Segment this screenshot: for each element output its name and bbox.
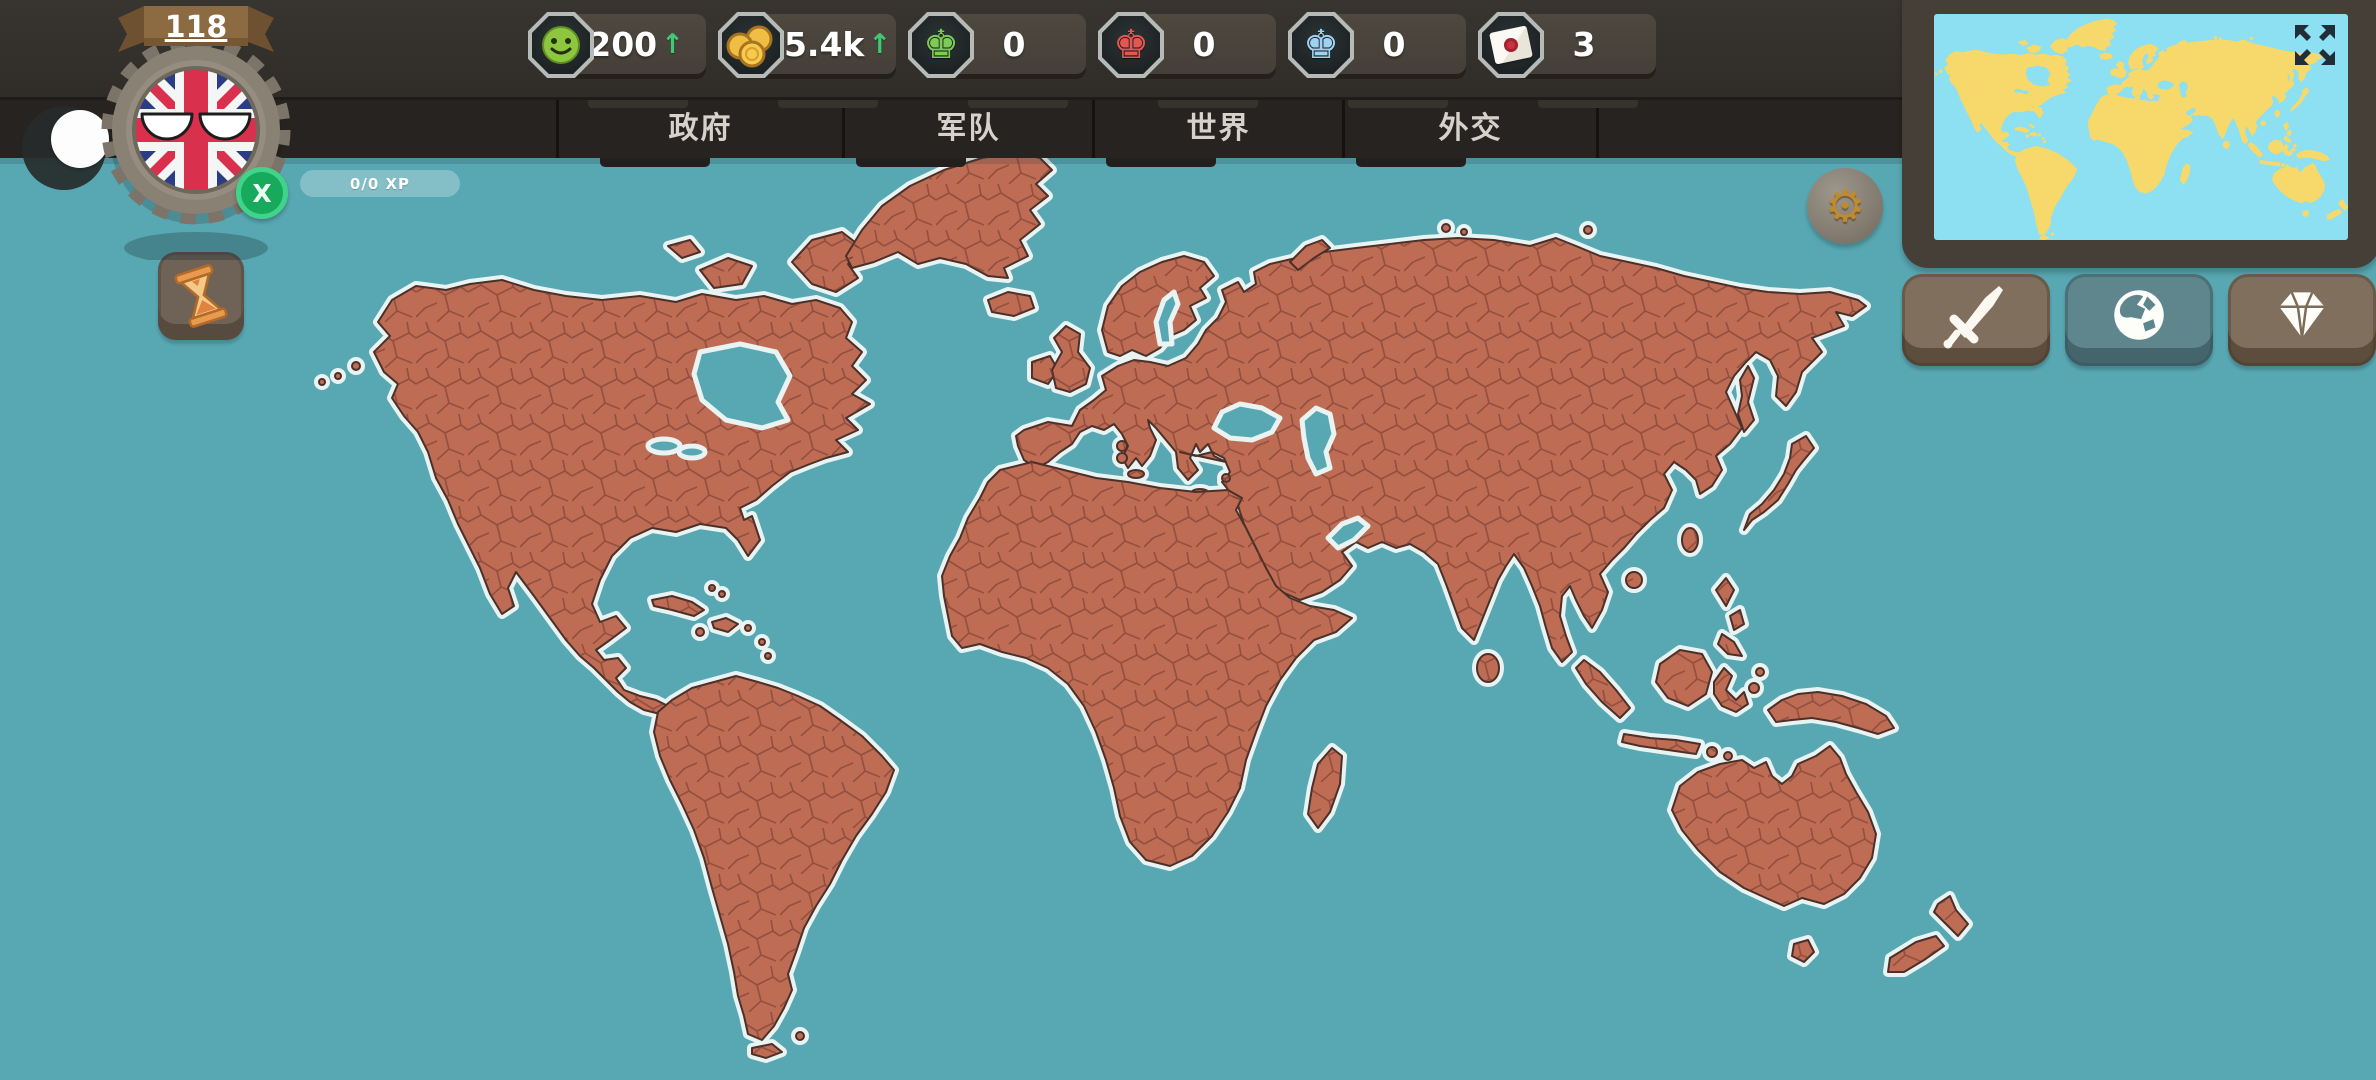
resource-bar: 200 ↑ 75.4k ↑ 0 ♚ 0 ♚ 0 ♚ 3 [528, 12, 1668, 78]
bar-notch [588, 100, 688, 108]
tab-divider [1596, 100, 1599, 158]
trend-up-icon: ↑ [868, 28, 891, 60]
units-red-value: 0 [1192, 24, 1216, 64]
coins-icon [726, 25, 773, 68]
premium-button[interactable] [2228, 274, 2376, 366]
units-red-medallion: ♚ [1098, 12, 1164, 78]
avatar-ground-shadow [124, 232, 268, 260]
resource-units-blue[interactable]: 0 ♚ [1288, 12, 1466, 78]
strip-notch [600, 158, 710, 167]
expand-icon[interactable] [2292, 22, 2338, 68]
war-button[interactable] [1902, 274, 2050, 366]
gold-medallion [718, 12, 784, 78]
bar-notch [968, 100, 1068, 108]
resource-events[interactable]: 3 [1478, 12, 1656, 78]
units-blue-value: 0 [1382, 24, 1406, 64]
envelope-seal-icon [1489, 25, 1533, 65]
bar-notch [778, 100, 878, 108]
hourglass-icon [174, 264, 228, 328]
strip-notch [1106, 158, 1216, 167]
strip-notch [856, 158, 966, 167]
tab-army[interactable]: 军队 [845, 100, 1092, 158]
events-value: 3 [1572, 24, 1596, 64]
tab-world[interactable]: 世界 [1095, 100, 1342, 158]
units-blue-medallion: ♚ [1288, 12, 1354, 78]
chess-king-green-icon: ♚ [923, 22, 959, 68]
minimap-panel[interactable] [1902, 0, 2376, 268]
game-screen: 政府 军队 世界 外交 200 ↑ 75.4k ↑ 0 ♚ 0 ♚ 0 ♚ 3 … [0, 0, 2376, 1080]
events-medallion [1478, 12, 1544, 78]
xp-label: 0/0 XP [349, 174, 411, 193]
happiness-value: 200 [588, 24, 658, 64]
level-up-badge-label: X [252, 178, 272, 208]
bar-notch [1158, 100, 1258, 108]
units-green-value: 0 [1002, 24, 1026, 64]
tab-diplomacy[interactable]: 外交 [1345, 100, 1596, 158]
minimap[interactable] [1934, 14, 2348, 240]
resource-units-red[interactable]: 0 ♚ [1098, 12, 1276, 78]
xp-progress-bar: 0/0 XP [300, 170, 460, 197]
bar-notch [1348, 100, 1448, 108]
settings-button[interactable]: ⚙ [1807, 168, 1883, 244]
smiley-icon [542, 26, 580, 64]
map-view-button[interactable] [2065, 274, 2213, 366]
level-banner: 118 [118, 6, 274, 52]
level-value: 118 [165, 10, 228, 45]
diamond-icon [2279, 291, 2325, 338]
time-speed-button[interactable] [158, 252, 244, 340]
bar-notch [1538, 100, 1638, 108]
happiness-medallion [528, 12, 594, 78]
map-mode-buttons [1902, 274, 2376, 366]
level-up-badge[interactable]: X [236, 167, 288, 219]
minimap-world [1934, 18, 2348, 240]
trend-up-icon: ↑ [661, 28, 684, 60]
sword-icon [1943, 286, 2003, 349]
strip-notch [1356, 158, 1466, 167]
resource-gold[interactable]: 75.4k ↑ [718, 12, 896, 78]
globe-icon [2114, 290, 2164, 340]
gear-icon: ⚙ [1825, 180, 1865, 232]
units-green-medallion: ♚ [908, 12, 974, 78]
chess-king-blue-icon: ♚ [1303, 22, 1339, 68]
chess-king-red-icon: ♚ [1113, 22, 1149, 68]
tab-government[interactable]: 政府 [559, 100, 842, 158]
resource-units-green[interactable]: 0 ♚ [908, 12, 1086, 78]
resource-happiness[interactable]: 200 ↑ [528, 12, 706, 78]
